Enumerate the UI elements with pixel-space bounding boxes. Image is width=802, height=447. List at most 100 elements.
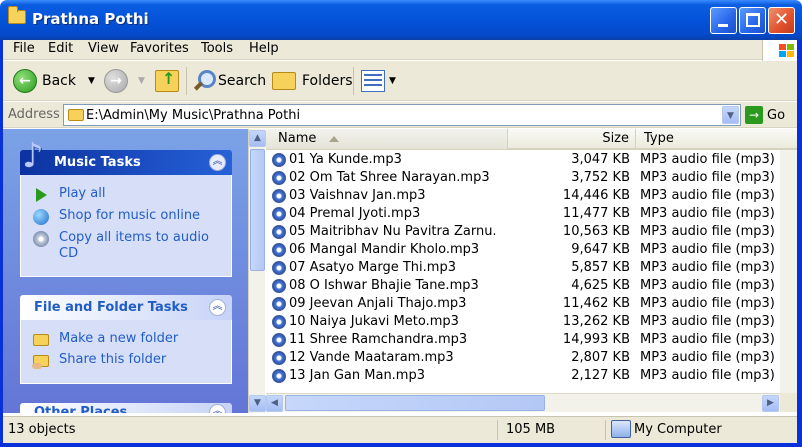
file-name: 03 Vaishnav Jan.mp3: [289, 188, 426, 203]
globe-icon: [33, 209, 49, 225]
scroll-thumb[interactable]: [285, 395, 545, 411]
file-size: 2,807 KB: [571, 350, 630, 365]
new-folder-icon: [33, 334, 49, 346]
collapse-icon[interactable]: ︽: [209, 404, 226, 413]
up-folder-button[interactable]: [155, 66, 179, 96]
table-row[interactable]: 10 Naiya Jukavi Meto.mp3 13,262 KB MP3 aud…: [266, 313, 780, 331]
file-list-scrollbar[interactable]: [780, 150, 797, 394]
menu-view[interactable]: View: [88, 41, 119, 56]
address-input[interactable]: E:\Admin\My Music\Prathna Pothi ▼: [63, 104, 741, 126]
menu-help[interactable]: Help: [249, 41, 279, 56]
music-tasks-header[interactable]: Music Tasks ︽: [20, 136, 232, 176]
table-row[interactable]: 08 O Ishwar Bhajie Tane.mp3 4,625 KB MP3 a…: [266, 277, 780, 295]
toolbar-separator: [353, 67, 354, 95]
folders-label: Folders: [302, 73, 353, 89]
menu-file[interactable]: File: [13, 41, 35, 56]
column-size[interactable]: Size: [508, 129, 636, 149]
menu-tools[interactable]: Tools: [201, 41, 233, 56]
table-row[interactable]: 02 Om Tat Shree Narayan.mp3 3,752 KB MP3 a…: [266, 169, 780, 187]
folders-button[interactable]: Folders: [272, 66, 353, 96]
file-size: 4,625 KB: [571, 278, 630, 293]
file-size: 3,047 KB: [571, 152, 630, 167]
file-name: 04 Premal Jyoti.mp3: [289, 206, 421, 221]
scroll-thumb[interactable]: [250, 149, 265, 271]
mp3-file-icon: [272, 315, 286, 329]
horizontal-scrollbar[interactable]: ◀ ▶: [266, 393, 780, 412]
file-size: 14,993 KB: [562, 332, 630, 347]
table-row[interactable]: 13 Jan Gan Man.mp3 2,127 KB MP3 audio file…: [266, 367, 780, 385]
scroll-right-button[interactable]: ▶: [762, 395, 779, 412]
status-divider: [605, 420, 606, 440]
file-type: MP3 audio file (mp3): [640, 242, 775, 257]
address-dropdown-button[interactable]: ▼: [722, 106, 739, 124]
file-name: 06 Mangal Mandir Kholo.mp3: [289, 242, 480, 257]
task-play-all[interactable]: Play all: [33, 186, 219, 203]
music-note-icon: [22, 136, 50, 176]
file-type: MP3 audio file (mp3): [640, 206, 775, 221]
file-size: 11,462 KB: [562, 296, 630, 311]
file-type: MP3 audio file (mp3): [640, 296, 775, 311]
scroll-left-button[interactable]: ◀: [266, 395, 283, 412]
task-copy-to-cd[interactable]: Copy all items to audio CD: [33, 230, 219, 262]
file-type: MP3 audio file (mp3): [640, 152, 775, 167]
go-button[interactable]: → Go: [745, 106, 785, 124]
task-new-folder[interactable]: Make a new folder: [33, 331, 219, 347]
column-name[interactable]: Name: [266, 129, 508, 149]
file-size: 11,477 KB: [562, 206, 630, 221]
file-name: 08 O Ishwar Bhajie Tane.mp3: [289, 278, 479, 293]
maximize-button[interactable]: [739, 7, 766, 34]
other-places-panel: Other Places ︽: [20, 403, 232, 413]
task-share-folder[interactable]: Share this folder: [32, 352, 219, 369]
views-button[interactable]: ▼: [361, 66, 396, 96]
table-row[interactable]: 07 Asatyo Marge Thi.mp3 5,857 KB MP3 audio…: [266, 259, 780, 277]
forward-button[interactable]: → ▼: [104, 66, 145, 96]
task-pane-scrollbar[interactable]: ▲ ▼: [248, 129, 266, 413]
title-bar[interactable]: Prathna Pothi ✕: [0, 0, 802, 40]
mp3-file-icon: [272, 351, 286, 365]
forward-arrow-icon: →: [104, 69, 128, 93]
table-row[interactable]: 05 Maitribhav Nu Pavitra Zarnu.... 10,563…: [266, 223, 780, 241]
cd-icon: [33, 231, 49, 247]
file-folder-tasks-panel: File and Folder Tasks ︽ Make a new folde…: [20, 295, 232, 384]
file-type: MP3 audio file (mp3): [640, 260, 775, 275]
task-label: Make a new folder: [59, 331, 179, 346]
folder-up-icon: [155, 69, 179, 92]
table-row[interactable]: 06 Mangal Mandir Kholo.mp3 9,647 KB MP3 au…: [266, 241, 780, 259]
minimize-button[interactable]: [710, 7, 737, 34]
file-size: 3,752 KB: [571, 170, 630, 185]
search-button[interactable]: Search: [192, 66, 266, 96]
scroll-down-button[interactable]: ▼: [249, 395, 266, 412]
table-row[interactable]: 03 Vaishnav Jan.mp3 14,446 KB MP3 audio fi…: [266, 187, 780, 205]
back-button[interactable]: ← Back ▼: [13, 66, 95, 96]
table-row[interactable]: 04 Premal Jyoti.mp3 11,477 KB MP3 audio fi…: [266, 205, 780, 223]
share-folder-icon: [32, 355, 49, 369]
task-label: Play all: [59, 186, 106, 201]
menu-edit[interactable]: Edit: [48, 41, 73, 56]
file-type: MP3 audio file (mp3): [640, 278, 775, 293]
other-places-header[interactable]: Other Places ︽: [20, 403, 232, 413]
collapse-icon[interactable]: ︽: [209, 154, 226, 171]
table-row[interactable]: 12 Vande Maataram.mp3 2,807 KB MP3 audio f…: [266, 349, 780, 367]
table-row[interactable]: 09 Jeevan Anjali Thajo.mp3 11,462 KB MP3 a…: [266, 295, 780, 313]
file-name: 10 Naiya Jukavi Meto.mp3: [289, 314, 459, 329]
collapse-icon[interactable]: ︽: [209, 299, 226, 316]
file-type: MP3 audio file (mp3): [640, 350, 775, 365]
file-size: 5,857 KB: [571, 260, 630, 275]
table-row[interactable]: 11 Shree Ramchandra.mp3 14,993 KB MP3 audi…: [266, 331, 780, 349]
music-tasks-body: Play all Shop for music online Copy all …: [20, 175, 232, 277]
table-row[interactable]: 01 Ya Kunde.mp3 3,047 KB MP3 audio file (m…: [266, 151, 780, 169]
music-tasks-panel: Music Tasks ︽ Play all Shop for music on…: [20, 136, 232, 277]
back-arrow-icon: ←: [13, 69, 37, 93]
toolbar: ← Back ▼ → ▼ Search Folders ▼: [0, 61, 802, 101]
column-type[interactable]: Type: [636, 129, 802, 149]
close-button[interactable]: ✕: [768, 7, 795, 34]
file-folder-tasks-header[interactable]: File and Folder Tasks ︽: [20, 295, 232, 320]
mp3-file-icon: [272, 297, 286, 311]
file-type: MP3 audio file (mp3): [640, 314, 775, 329]
menu-favorites[interactable]: Favorites: [130, 41, 189, 56]
toolbar-separator: [186, 67, 187, 95]
task-shop-music[interactable]: Shop for music online: [33, 208, 219, 225]
scroll-up-button[interactable]: ▲: [249, 130, 266, 147]
file-type: MP3 audio file (mp3): [640, 332, 775, 347]
file-type: MP3 audio file (mp3): [640, 368, 775, 383]
